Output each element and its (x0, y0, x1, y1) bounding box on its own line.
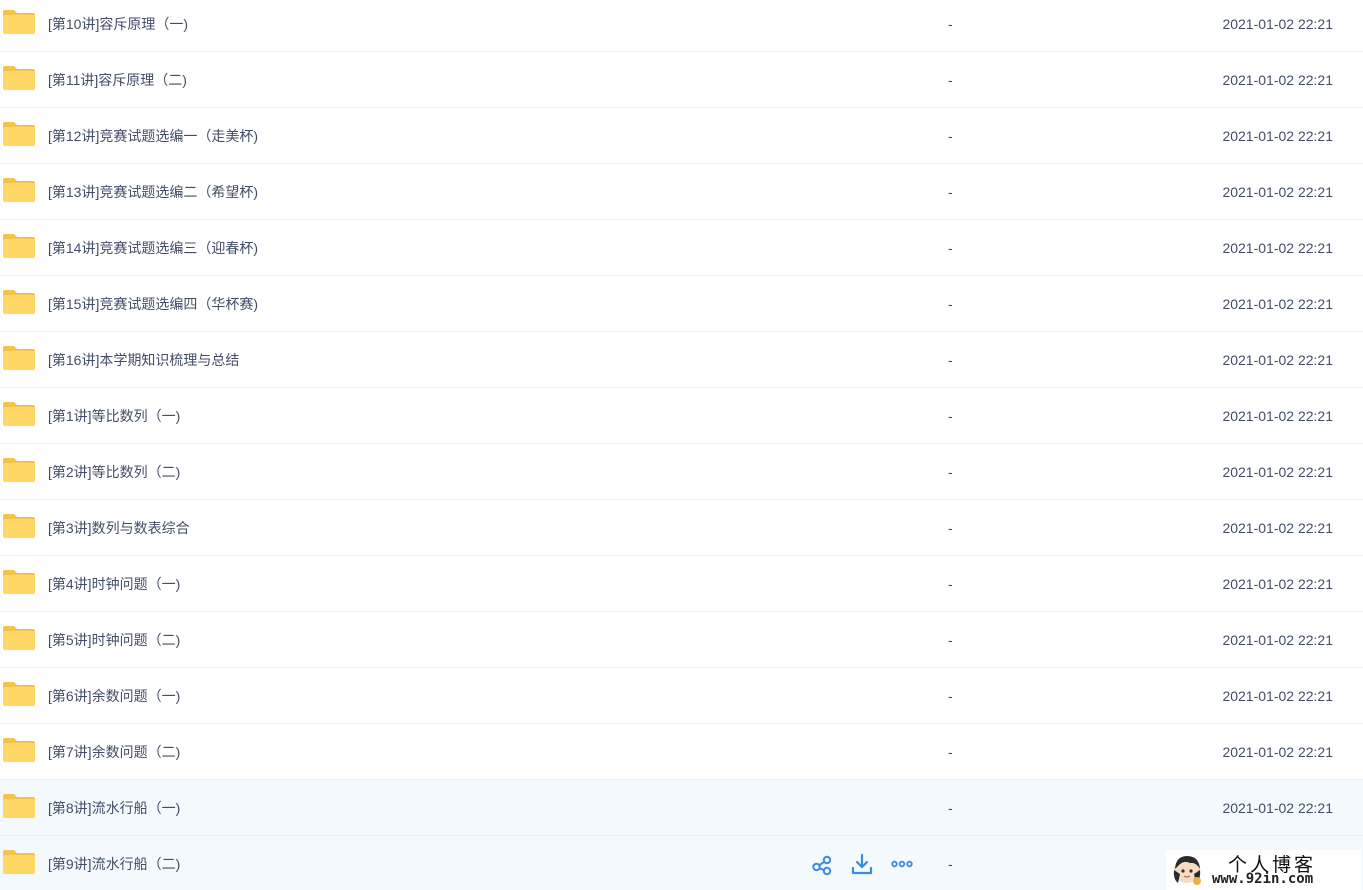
file-name-link[interactable]: [第3讲]数列与数表综合 (48, 500, 190, 556)
file-name-link[interactable]: [第14讲]竞赛试题选编三（迎春杯) (48, 220, 258, 276)
file-modified-time: 2021-01-02 22:21 (1222, 72, 1333, 88)
file-row[interactable]: [第12讲]竞赛试题选编一（走美杯) - 2021-01-02 22:21 (0, 108, 1363, 164)
download-icon (850, 852, 874, 876)
file-size: - (948, 408, 953, 424)
folder-icon (2, 233, 36, 259)
folder-icon (2, 401, 36, 427)
file-size: - (948, 632, 953, 648)
file-modified-time: 2021-01-02 22:21 (1222, 632, 1333, 648)
file-size: - (948, 240, 953, 256)
file-name-link[interactable]: [第5讲]时钟问题（二) (48, 612, 180, 668)
folder-icon (2, 121, 36, 147)
file-list: [第10讲]容斥原理（一) -2021-01-02 22:21 [第11讲]容斥原理… (0, 0, 1363, 890)
file-row[interactable]: [第7讲]余数问题（二) - 2021-01-02 22:21 (0, 724, 1363, 780)
file-name-link[interactable]: [第11讲]容斥原理（二) (48, 52, 187, 108)
file-row[interactable]: [第5讲]时钟问题（二) - 2021-01-02 22:21 (0, 612, 1363, 668)
file-modified-time: 2021-01-02 22:21 (1222, 296, 1333, 312)
file-row[interactable]: [第13讲]竞赛试题选编二（希望杯) - 2021-01-02 22:21 (0, 164, 1363, 220)
folder-icon (2, 513, 36, 539)
file-row[interactable]: [第2讲]等比数列（二) - 2021-01-02 22:21 (0, 444, 1363, 500)
blog-watermark: 个人博客 www.92in.com (1166, 850, 1361, 890)
avatar-icon (1173, 856, 1201, 885)
file-modified-time: 2021-01-02 22:21 (1222, 576, 1333, 592)
file-modified-time: 2021-01-02 22:21 (1222, 744, 1333, 760)
file-row[interactable]: [第9讲]流水行船（二) - (0, 836, 1363, 890)
folder-icon (2, 9, 36, 35)
file-modified-time: 2021-01-02 22:21 (1222, 128, 1333, 144)
folder-icon (2, 849, 36, 875)
file-name-link[interactable]: [第6讲]余数问题（一) (48, 668, 180, 724)
download-button[interactable] (850, 852, 874, 876)
file-modified-time: 2021-01-02 22:21 (1222, 520, 1333, 536)
file-name-link[interactable]: [第13讲]竞赛试题选编二（希望杯) (48, 164, 258, 220)
file-modified-time: 2021-01-02 22:21 (1222, 688, 1333, 704)
file-name-link[interactable]: [第1讲]等比数列（一) (48, 388, 180, 444)
file-name-link[interactable]: [第15讲]竞赛试题选编四（华杯赛) (48, 276, 258, 332)
file-size: - (948, 744, 953, 760)
file-name-link[interactable]: [第16讲]本学期知识梳理与总结 (48, 332, 239, 388)
file-size: - (948, 128, 953, 144)
file-size: - (948, 296, 953, 312)
file-row[interactable]: [第6讲]余数问题（一) - 2021-01-02 22:21 (0, 668, 1363, 724)
file-size: - (948, 800, 953, 816)
watermark-url: www.92in.com (1212, 871, 1314, 887)
file-size: - (948, 520, 953, 536)
file-name-link[interactable]: [第2讲]等比数列（二) (48, 444, 180, 500)
file-row[interactable]: [第14讲]竞赛试题选编三（迎春杯) - 2021-01-02 22:21 (0, 220, 1363, 276)
file-size: - (948, 688, 953, 704)
file-size: - (948, 16, 953, 32)
file-name-link[interactable]: [第10讲]容斥原理（一) (48, 0, 188, 52)
folder-icon (2, 793, 36, 819)
file-size: - (948, 856, 953, 872)
file-row[interactable]: [第4讲]时钟问题（一) - 2021-01-02 22:21 (0, 556, 1363, 612)
file-row[interactable]: [第10讲]容斥原理（一) - 2021-01-02 22:21 (0, 0, 1363, 52)
more-icon (890, 852, 914, 876)
folder-icon (2, 737, 36, 763)
file-modified-time: 2021-01-02 22:21 (1222, 184, 1333, 200)
file-size: - (948, 184, 953, 200)
file-row[interactable]: [第3讲]数列与数表综合 - 2021-01-02 22:21 (0, 500, 1363, 556)
folder-icon (2, 681, 36, 707)
file-modified-time: 2021-01-02 22:21 (1222, 16, 1333, 32)
file-modified-time: 2021-01-02 22:21 (1222, 464, 1333, 480)
folder-icon (2, 65, 36, 91)
file-row[interactable]: [第8讲]流水行船（一) - 2021-01-02 22:21 (0, 780, 1363, 836)
file-size: - (948, 464, 953, 480)
file-size: - (948, 352, 953, 368)
folder-icon (2, 457, 36, 483)
file-row[interactable]: [第1讲]等比数列（一) - 2021-01-02 22:21 (0, 388, 1363, 444)
file-size: - (948, 72, 953, 88)
file-modified-time: 2021-01-02 22:21 (1222, 800, 1333, 816)
file-row[interactable]: [第15讲]竞赛试题选编四（华杯赛) - 2021-01-02 22:21 (0, 276, 1363, 332)
file-modified-time: 2021-01-02 22:21 (1222, 240, 1333, 256)
folder-icon (2, 345, 36, 371)
file-name-link[interactable]: [第4讲]时钟问题（一) (48, 556, 180, 612)
file-row[interactable]: [第11讲]容斥原理（二) - 2021-01-02 22:21 (0, 52, 1363, 108)
folder-icon (2, 289, 36, 315)
share-icon (810, 852, 834, 876)
file-modified-time: 2021-01-02 22:21 (1222, 352, 1333, 368)
folder-icon (2, 569, 36, 595)
file-name-link[interactable]: [第8讲]流水行船（一) (48, 780, 180, 836)
file-name-link[interactable]: [第9讲]流水行船（二) (48, 836, 180, 890)
folder-icon (2, 177, 36, 203)
file-row[interactable]: [第16讲]本学期知识梳理与总结 - 2021-01-02 22:21 (0, 332, 1363, 388)
share-button[interactable] (810, 852, 834, 876)
folder-icon (2, 625, 36, 651)
more-button[interactable] (890, 852, 914, 876)
file-size: - (948, 576, 953, 592)
file-name-link[interactable]: [第12讲]竞赛试题选编一（走美杯) (48, 108, 258, 164)
file-modified-time: 2021-01-02 22:21 (1222, 408, 1333, 424)
file-name-link[interactable]: [第7讲]余数问题（二) (48, 724, 180, 780)
